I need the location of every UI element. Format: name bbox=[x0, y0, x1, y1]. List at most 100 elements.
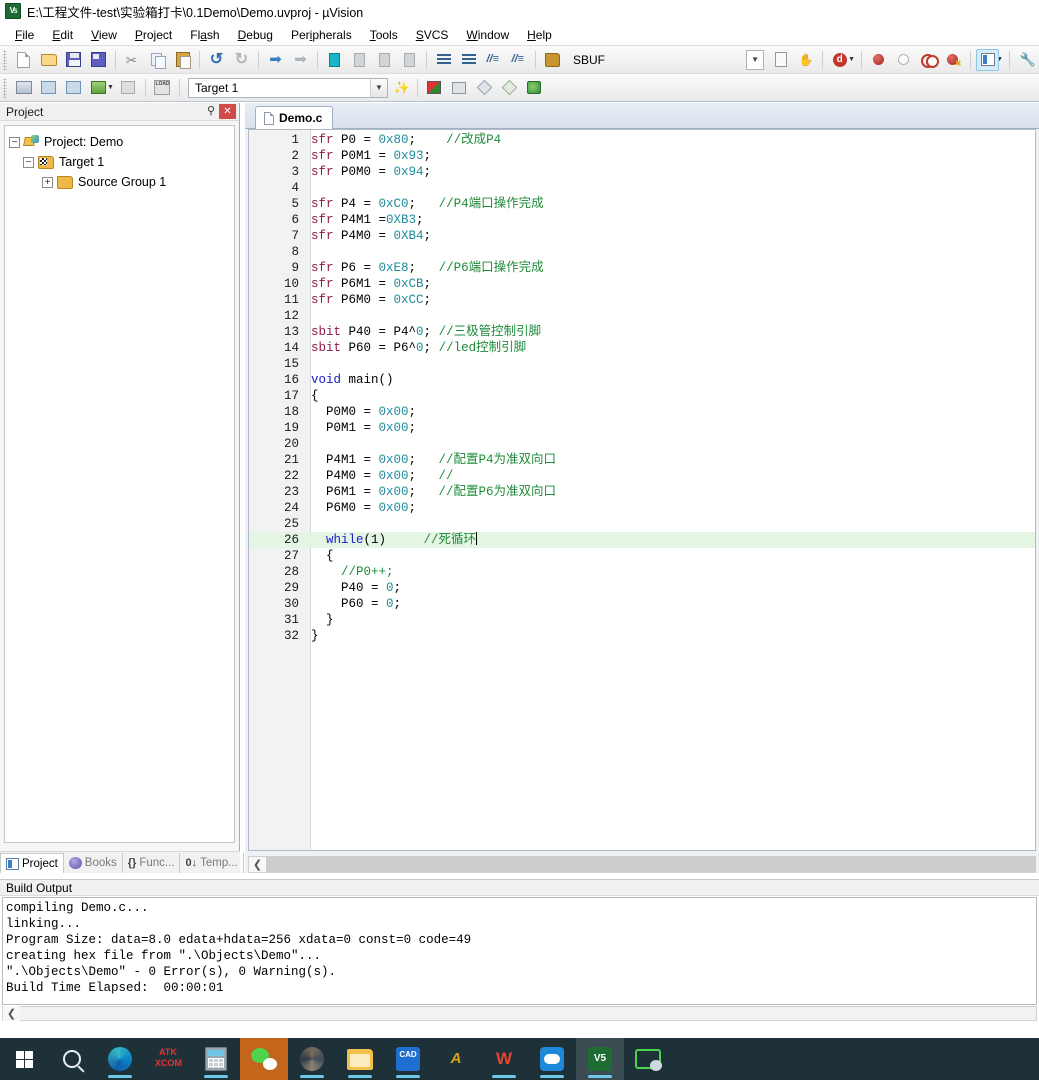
scroll-left-icon[interactable]: ❮ bbox=[249, 857, 266, 872]
code-line[interactable]: 24 P6M0 = 0x00; bbox=[249, 500, 1035, 516]
tab-books[interactable]: Books bbox=[64, 853, 123, 873]
menu-edit[interactable]: Edit bbox=[43, 26, 82, 44]
code-line[interactable]: 19 P0M1 = 0x00; bbox=[249, 420, 1035, 436]
code-line[interactable]: 14 sbit P60 = P6^0; //led控制引脚 bbox=[249, 340, 1035, 356]
cut-button[interactable]: ✂ bbox=[121, 49, 144, 71]
keil-uvision-button[interactable]: V5 bbox=[576, 1038, 624, 1080]
code-line[interactable]: 31 } bbox=[249, 612, 1035, 628]
copy-button[interactable] bbox=[146, 49, 169, 71]
code-line[interactable]: 27 { bbox=[249, 548, 1035, 564]
photos-button[interactable] bbox=[288, 1038, 336, 1080]
project-tree[interactable]: − Project: Demo − Target 1 + Source Grou… bbox=[4, 125, 235, 843]
code-line[interactable]: 6 sfr P4M1 =0XB3; bbox=[249, 212, 1035, 228]
tree-node-project[interactable]: − Project: Demo bbox=[9, 132, 230, 152]
code-line[interactable]: 11 sfr P6M0 = 0xCC; bbox=[249, 292, 1035, 308]
menu-project[interactable]: Project bbox=[126, 26, 181, 44]
menu-peripherals[interactable]: Peripherals bbox=[282, 26, 361, 44]
menu-flash[interactable]: Flash bbox=[181, 26, 228, 44]
clear-bookmarks-button[interactable] bbox=[398, 49, 421, 71]
code-line[interactable]: 22 P4M0 = 0x00; // bbox=[249, 468, 1035, 484]
code-line[interactable]: 21 P4M1 = 0x00; //配置P4为准双向口 bbox=[249, 452, 1035, 468]
open-file-button[interactable] bbox=[37, 49, 60, 71]
save-button[interactable] bbox=[62, 49, 85, 71]
cad-button[interactable]: CAD bbox=[384, 1038, 432, 1080]
packs-button[interactable] bbox=[498, 77, 521, 99]
wechat-button[interactable] bbox=[240, 1038, 288, 1080]
multi-project-button[interactable] bbox=[448, 77, 471, 99]
target-options-button[interactable]: ✨ bbox=[389, 77, 412, 99]
code-line[interactable]: 2 sfr P0M1 = 0x93; bbox=[249, 148, 1035, 164]
altium-button[interactable]: A bbox=[432, 1038, 480, 1080]
scroll-left-icon[interactable]: ❮ bbox=[3, 1006, 20, 1021]
tab-functions[interactable]: {} Func... bbox=[123, 853, 181, 873]
code-line[interactable]: 10 sfr P6M1 = 0xCB; bbox=[249, 276, 1035, 292]
expander-icon[interactable]: − bbox=[9, 136, 20, 148]
code-line[interactable]: 3 sfr P0M0 = 0x94; bbox=[249, 164, 1035, 180]
code-editor[interactable]: 1 sfr P0 = 0x80; //改成P4 2 sfr P0M1 = 0x93; 3… bbox=[248, 129, 1036, 851]
code-line[interactable]: 8 bbox=[249, 244, 1035, 260]
build-horizontal-scrollbar[interactable]: ❮ bbox=[2, 1006, 1037, 1021]
expander-icon[interactable]: + bbox=[42, 176, 53, 188]
build-output-text[interactable]: compiling Demo.c... linking... Program Siz… bbox=[2, 897, 1037, 1005]
cloud-button[interactable] bbox=[528, 1038, 576, 1080]
insert-breakpoint-button[interactable] bbox=[867, 49, 890, 71]
previous-bookmark-button[interactable] bbox=[348, 49, 371, 71]
code-line[interactable]: 17 { bbox=[249, 388, 1035, 404]
comment-button[interactable]: //≡ bbox=[482, 49, 505, 71]
code-line[interactable]: 15 bbox=[249, 356, 1035, 372]
kill-all-breakpoints-button[interactable] bbox=[942, 49, 965, 71]
atk-xcom-button[interactable]: ATK XCOM bbox=[144, 1038, 192, 1080]
navigate-forward-button[interactable]: ➡ bbox=[289, 49, 312, 71]
code-line[interactable]: 29 P40 = 0; bbox=[249, 580, 1035, 596]
find-combo-dropdown[interactable]: ▼ bbox=[746, 49, 765, 70]
menu-debug[interactable]: Debug bbox=[229, 26, 282, 44]
code-line[interactable]: 32} bbox=[249, 628, 1035, 644]
calculator-button[interactable] bbox=[192, 1038, 240, 1080]
tab-templates[interactable]: 0↓ Temp... bbox=[180, 853, 244, 873]
code-line[interactable]: 5 sfr P4 = 0xC0; //P4端口操作完成 bbox=[249, 196, 1035, 212]
file-explorer-button[interactable] bbox=[336, 1038, 384, 1080]
edge-button[interactable] bbox=[96, 1038, 144, 1080]
batch-build-button[interactable] bbox=[87, 77, 110, 99]
code-line[interactable]: 23 P6M1 = 0x00; //配置P6为准双向口 bbox=[249, 484, 1035, 500]
uncomment-button[interactable]: //≡ bbox=[507, 49, 530, 71]
tab-demo-c[interactable]: Demo.c bbox=[255, 106, 334, 129]
code-line[interactable]: 18 P0M0 = 0x00; bbox=[249, 404, 1035, 420]
expander-icon[interactable]: − bbox=[23, 156, 34, 168]
undo-button[interactable]: ↺ bbox=[205, 49, 228, 71]
tab-project[interactable]: Project bbox=[0, 853, 64, 873]
code-line[interactable]: 13 sbit P40 = P4^0; //三极管控制引脚 bbox=[249, 324, 1035, 340]
menu-svcs[interactable]: SVCS bbox=[407, 26, 458, 44]
target-selector[interactable]: Target 1 ▼ bbox=[187, 77, 388, 98]
disable-breakpoint-button[interactable] bbox=[892, 49, 915, 71]
save-all-button[interactable] bbox=[87, 49, 110, 71]
paste-button[interactable] bbox=[171, 49, 194, 71]
chevron-down-icon[interactable]: ▼ bbox=[369, 78, 387, 97]
code-line[interactable]: 4 bbox=[249, 180, 1035, 196]
menu-file[interactable]: File bbox=[6, 26, 43, 44]
navigate-back-button[interactable]: ➡ bbox=[264, 49, 287, 71]
indent-button[interactable] bbox=[432, 49, 455, 71]
editor-horizontal-scrollbar[interactable]: ❮ bbox=[248, 856, 1036, 873]
pin-icon[interactable]: ⚲ bbox=[203, 104, 219, 120]
menu-help[interactable]: Help bbox=[518, 26, 561, 44]
code-line[interactable]: 12 bbox=[249, 308, 1035, 324]
find-next-button[interactable] bbox=[769, 49, 792, 71]
disable-all-breakpoints-button[interactable] bbox=[917, 49, 940, 71]
toolbar-grip[interactable] bbox=[3, 49, 7, 70]
code-line[interactable]: 20 bbox=[249, 436, 1035, 452]
browse-button[interactable]: ✋ bbox=[794, 49, 817, 71]
code-line[interactable]: 25 bbox=[249, 516, 1035, 532]
download-button[interactable]: LOAD bbox=[151, 77, 174, 99]
code-line[interactable]: 30 P60 = 0; bbox=[249, 596, 1035, 612]
code-line[interactable]: 7 sfr P4M0 = 0XB4; bbox=[249, 228, 1035, 244]
redo-button[interactable]: ↻ bbox=[230, 49, 253, 71]
tree-node-target[interactable]: − Target 1 bbox=[9, 152, 230, 172]
code-lines[interactable]: 1 sfr P0 = 0x80; //改成P4 2 sfr P0M1 = 0x93; 3… bbox=[249, 130, 1035, 850]
build-button[interactable] bbox=[37, 77, 60, 99]
rebuild-button[interactable] bbox=[62, 77, 85, 99]
new-file-button[interactable] bbox=[12, 49, 35, 71]
pack-installer-button[interactable] bbox=[523, 77, 546, 99]
code-line[interactable]: 28 //P0++; bbox=[249, 564, 1035, 580]
menu-window[interactable]: Window bbox=[457, 26, 518, 44]
